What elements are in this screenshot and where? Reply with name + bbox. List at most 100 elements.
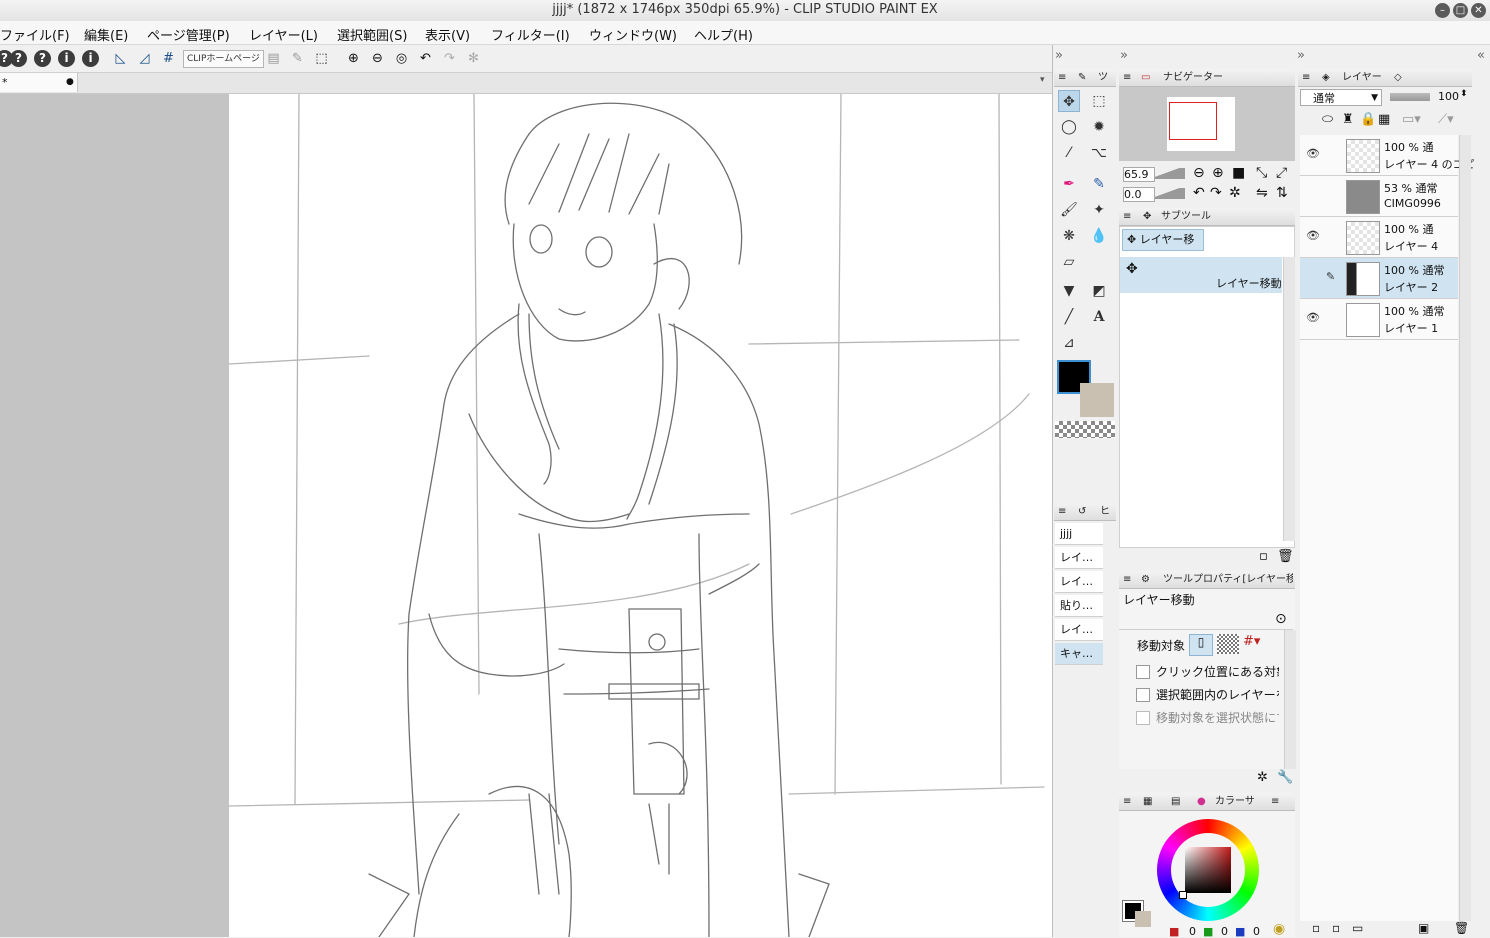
flip-horizontal-icon[interactable]: ⇋ <box>1256 185 1268 201</box>
canvas-paper[interactable] <box>228 94 1052 937</box>
lasso-tool-icon[interactable]: ◯ <box>1058 116 1080 138</box>
panel-menu-icon[interactable]: ≡ <box>1058 503 1066 520</box>
selection-icon[interactable]: ⬚ <box>313 50 330 67</box>
panel-menu-icon[interactable]: ≡ <box>1123 69 1131 86</box>
layer-property-icon[interactable]: ◇ <box>1394 69 1402 86</box>
canvas-area[interactable] <box>0 94 1052 937</box>
color-mode-icon[interactable]: ◉ <box>1273 921 1285 937</box>
collapse-icon[interactable]: » <box>1055 48 1063 63</box>
fit-icon[interactable]: ◎ <box>393 50 410 67</box>
trash-icon[interactable]: 🗑 <box>1454 921 1469 935</box>
blend-tool-icon[interactable]: 💧 <box>1088 225 1110 247</box>
decoration-tool-icon[interactable]: ✦ <box>1088 199 1110 221</box>
clip-homepage-button[interactable]: CLIPホームページ <box>183 50 264 68</box>
history-item[interactable]: レイ… <box>1055 547 1103 569</box>
collapse-icon[interactable]: » <box>1120 48 1128 63</box>
color-wheel-tab[interactable]: カラーサ <box>1215 793 1255 810</box>
layer-row[interactable]: 👁 100 % 通 レイヤー 4 のコピ <box>1300 135 1475 176</box>
eye-icon[interactable]: 👁 <box>1306 229 1320 242</box>
clip-layer-icon[interactable]: ⬭ <box>1322 112 1333 127</box>
sub-color-swatch[interactable] <box>1080 383 1114 417</box>
pencil-tool-icon[interactable]: ✎ <box>1088 173 1110 195</box>
mask-icon[interactable]: ▣ <box>1418 921 1429 935</box>
menu-edit[interactable]: 編集(E) <box>84 25 128 44</box>
navigator-view-frame[interactable] <box>1169 102 1217 140</box>
rotation-value[interactable]: 0.0 <box>1123 187 1155 202</box>
zoom-value[interactable]: 65.9 <box>1123 167 1155 182</box>
subtool-group-tab[interactable]: ✥ レイヤー移 <box>1122 229 1204 251</box>
menu-window[interactable]: ウィンドウ(W) <box>589 25 677 44</box>
move-tool-icon[interactable]: ✥ <box>1058 90 1080 112</box>
spin-icon[interactable]: ⬍ <box>1460 89 1468 99</box>
help-icon[interactable]: ? <box>10 50 27 67</box>
subtool-tab[interactable]: サブツール <box>1161 208 1211 225</box>
option-checkbox[interactable] <box>1136 665 1150 679</box>
layer-tab[interactable]: レイヤー <box>1342 69 1382 86</box>
target-layer-button[interactable]: ▯ <box>1189 634 1213 656</box>
target-grid-button[interactable]: #▾ <box>1243 634 1275 654</box>
subtool-item[interactable]: ✥ レイヤー移動 <box>1120 257 1282 293</box>
color-cursor[interactable] <box>1179 891 1187 899</box>
mask-icon[interactable]: ▭▾ <box>1402 112 1421 127</box>
subtool-scrollbar[interactable] <box>1283 257 1295 541</box>
layer-row[interactable]: 👁 100 % 通常 レイヤー 1 <box>1300 299 1458 340</box>
gradient-tool-icon[interactable]: ◩ <box>1088 280 1110 302</box>
new-vector-layer-icon[interactable]: ▫ <box>1332 921 1340 935</box>
lock-icon[interactable]: 🔒 <box>1360 112 1376 127</box>
text-tool-icon[interactable]: A <box>1088 306 1110 328</box>
tool-panel-tab[interactable]: ツ <box>1098 69 1108 86</box>
intermediate-color-icon[interactable]: ▤ <box>1171 793 1180 810</box>
history-item[interactable]: 貼り… <box>1055 595 1103 617</box>
info-icon[interactable]: i <box>58 50 75 67</box>
brush-tool-icon[interactable]: 🖌 <box>1058 199 1080 221</box>
tool-property-tab[interactable]: ツールプロパティ[レイヤー移 <box>1163 571 1293 588</box>
new-raster-layer-icon[interactable]: ▫ <box>1312 921 1320 935</box>
menu-help[interactable]: ヘルプ(H) <box>694 25 753 44</box>
menu-page[interactable]: ページ管理(P) <box>147 25 230 44</box>
zoom-in-icon[interactable]: ⊕ <box>345 50 362 67</box>
layer-row[interactable]: 👁 100 % 通 レイヤー 4 <box>1300 217 1458 258</box>
option-checkbox[interactable] <box>1136 711 1150 725</box>
minimize-icon[interactable]: – <box>1435 3 1450 18</box>
red-value[interactable]: 0 <box>1189 925 1196 938</box>
document-tab[interactable]: * ● <box>0 73 78 92</box>
panel-menu-icon[interactable]: ≡ <box>1058 69 1066 86</box>
pen-tool-icon[interactable]: ✒ <box>1058 173 1080 195</box>
panel-menu-icon[interactable]: ≡ <box>1123 571 1131 588</box>
eye-icon[interactable]: 👁 <box>1306 147 1320 160</box>
pen-icon[interactable]: ✎ <box>289 50 306 67</box>
operation-icon[interactable]: ⌥ <box>1088 142 1110 164</box>
layer-scrollbar[interactable] <box>1459 135 1471 921</box>
menu-selection[interactable]: 選択範囲(S) <box>337 25 407 44</box>
frame-tool-icon[interactable]: ⊿ <box>1058 332 1080 354</box>
sub-color-swatch[interactable] <box>1135 911 1151 927</box>
lock-transparency-icon[interactable]: ▦ <box>1378 112 1390 127</box>
option-checkbox[interactable] <box>1136 688 1150 702</box>
reset-icon[interactable]: ✲ <box>1257 770 1268 785</box>
panel-menu-icon[interactable]: ≡ <box>1123 793 1131 810</box>
help-icon[interactable]: ? <box>34 50 51 67</box>
eyedropper-icon[interactable]: ⁄ <box>1058 142 1080 164</box>
fill-tool-icon[interactable]: ▼ <box>1058 280 1080 302</box>
blend-mode-select[interactable]: 通常 ▼ <box>1300 89 1382 106</box>
zoom-slider[interactable] <box>1155 168 1185 179</box>
maximize-icon[interactable]: □ <box>1453 3 1468 18</box>
new-folder-icon[interactable]: ▭ <box>1352 921 1363 935</box>
eye-icon[interactable]: 👁 <box>1306 311 1320 324</box>
navigator-tab[interactable]: ナビゲーター <box>1163 69 1223 86</box>
layer-icon[interactable]: ▤ <box>265 50 282 67</box>
history-item[interactable]: jjjj <box>1055 523 1103 545</box>
color-set-icon[interactable]: ▦ <box>1143 793 1152 810</box>
history-item[interactable]: レイ… <box>1055 619 1103 641</box>
rotation-slider[interactable] <box>1155 188 1185 199</box>
collapse-icon[interactable]: » <box>1297 48 1305 63</box>
zoom-out-icon[interactable]: ⊖ <box>1193 165 1205 181</box>
rotate-right-icon[interactable]: ↷ <box>1210 185 1222 201</box>
zoom-in-icon[interactable]: ⊕ <box>1212 165 1224 181</box>
actual-size-icon[interactable]: ■ <box>1232 165 1245 181</box>
rotate-left-icon[interactable]: ↶ <box>1193 185 1205 201</box>
transform-tool-icon[interactable]: ⬚ <box>1088 90 1110 112</box>
opacity-value[interactable]: 100 <box>1438 90 1459 103</box>
blue-value[interactable]: 0 <box>1253 925 1260 938</box>
ruler-icon[interactable]: ⟋▾ <box>1438 112 1454 127</box>
